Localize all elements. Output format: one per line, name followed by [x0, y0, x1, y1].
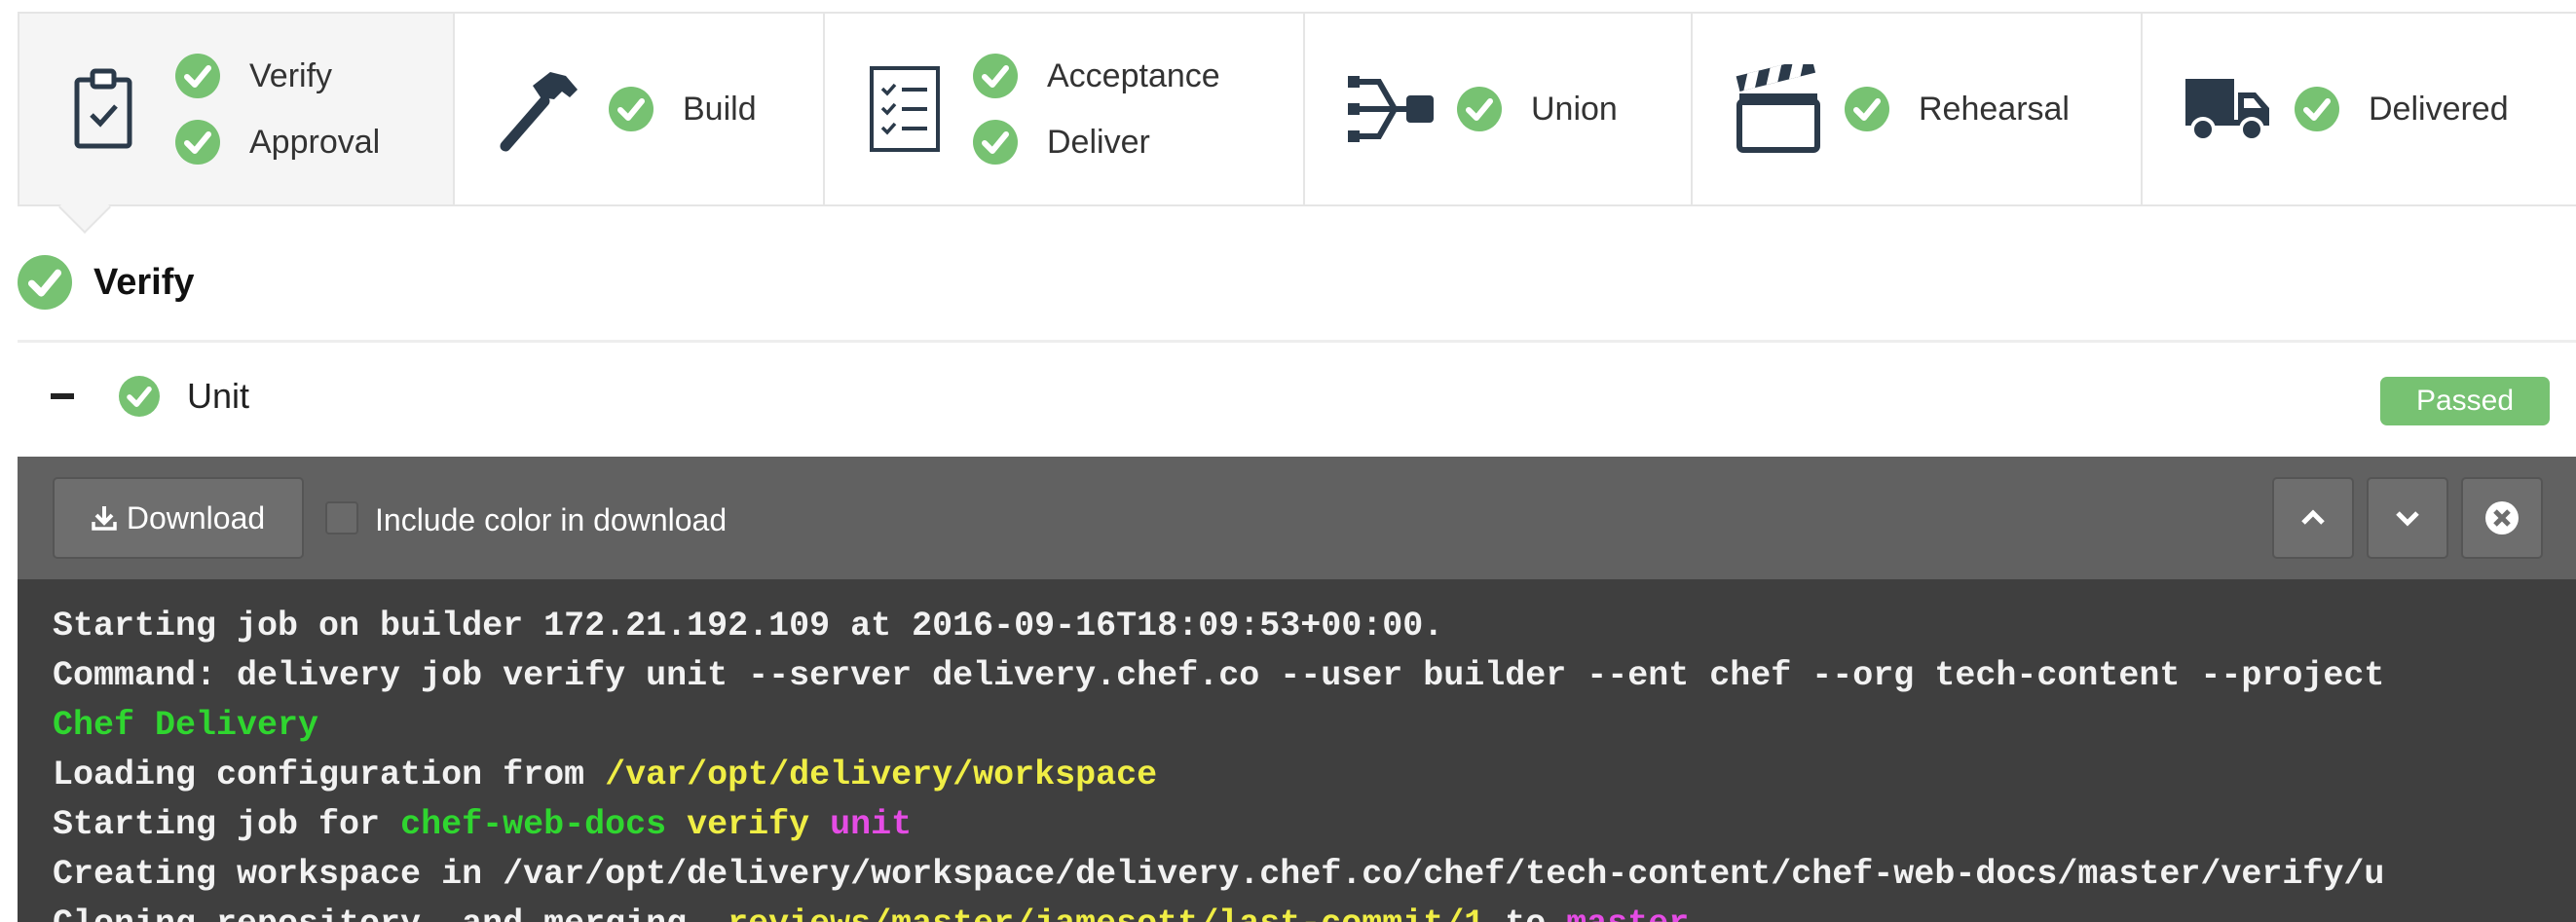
- log-text: Cloning repository, and merging: [53, 904, 707, 922]
- log-line: Loading configuration from /var/opt/deli…: [53, 756, 1157, 794]
- check-icon: [18, 255, 72, 310]
- chevron-up-icon: [2301, 509, 2325, 525]
- stage-label: Acceptance: [1047, 56, 1220, 94]
- download-label: Download: [126, 499, 266, 535]
- check-icon: [973, 120, 1018, 165]
- log-line: Chef Delivery: [53, 706, 319, 745]
- pipeline-stages: Verify Approval Build Acceptance Deliver…: [18, 12, 2576, 234]
- status-badge: Passed: [2380, 377, 2550, 425]
- stage-label: Deliver: [1047, 123, 1150, 161]
- divider: [18, 340, 2576, 343]
- check-icon: [973, 54, 1018, 98]
- chevron-down-icon: [2396, 511, 2419, 527]
- check-icon: [119, 376, 160, 417]
- scroll-up-button[interactable]: [2272, 477, 2354, 559]
- close-log-button[interactable]: [2461, 477, 2543, 559]
- stage-rehearsal[interactable]: Rehearsal: [1693, 14, 2143, 204]
- check-icon: [175, 120, 220, 165]
- stage-union[interactable]: Union: [1305, 14, 1693, 204]
- check-icon: [609, 87, 653, 131]
- log-stage: verify: [687, 805, 810, 844]
- collapse-toggle[interactable]: [51, 393, 74, 399]
- log-line: Command: delivery job verify unit --serv…: [53, 656, 2385, 695]
- download-button[interactable]: Download: [53, 477, 304, 559]
- union-icon: [1346, 72, 1436, 146]
- stage-label: Union: [1531, 90, 1618, 128]
- log-line: Cloning repository, and merging _reviews…: [53, 904, 1689, 922]
- log-text: to: [1484, 904, 1566, 922]
- log-text: Starting job for: [53, 805, 401, 844]
- checklist-icon: [866, 65, 944, 153]
- stage-delivered[interactable]: Delivered: [2143, 14, 2576, 204]
- log-toolbar: Download Include color in download: [18, 457, 2576, 579]
- log-line: Starting job on builder 172.21.192.109 a…: [53, 607, 1444, 645]
- log-line: Creating workspace in /var/opt/delivery/…: [53, 855, 2385, 894]
- stage-build[interactable]: Build: [455, 14, 825, 204]
- close-icon: [2485, 501, 2519, 535]
- phase-heading: Verify: [18, 255, 195, 310]
- unit-name: Unit: [187, 376, 250, 416]
- check-icon: [1845, 87, 1889, 131]
- truck-icon: [2184, 75, 2273, 143]
- scroll-down-button[interactable]: [2367, 477, 2448, 559]
- stage-label: Approval: [249, 123, 381, 161]
- stage-label: Rehearsal: [1919, 90, 2070, 128]
- include-color-label: Include color in download: [375, 502, 728, 537]
- clipboard-check-icon: [49, 68, 158, 150]
- log-console[interactable]: Starting job on builder 172.21.192.109 a…: [18, 579, 2576, 922]
- clapperboard-icon: [1734, 64, 1823, 154]
- phase-title: Verify: [93, 261, 195, 303]
- stage-label: Verify: [249, 56, 333, 94]
- log-path: /var/opt/delivery/workspace: [605, 756, 1158, 794]
- log-line: Starting job for chef-web-docs verify un…: [53, 805, 912, 844]
- log-phase: unit: [830, 805, 913, 844]
- check-icon: [2295, 87, 2339, 131]
- stage-verify-approval[interactable]: Verify Approval: [19, 14, 455, 234]
- log-target: master: [1566, 904, 1689, 922]
- stage-label: Build: [683, 90, 757, 128]
- download-icon: [92, 506, 117, 531]
- stage-label: Delivered: [2369, 90, 2509, 128]
- unit-row: Unit: [51, 376, 249, 417]
- stage-acceptance-deliver[interactable]: Acceptance Deliver: [825, 14, 1305, 204]
- check-icon: [175, 54, 220, 98]
- hammer-icon: [494, 64, 583, 154]
- log-branch: _reviews/master/jamesott/last-commit/1: [707, 904, 1484, 922]
- log-text: Loading configuration from: [53, 756, 606, 794]
- include-color-checkbox[interactable]: [325, 501, 358, 535]
- log-project: chef-web-docs: [400, 805, 667, 844]
- check-icon: [1457, 87, 1502, 131]
- active-stage-pointer: [58, 181, 111, 234]
